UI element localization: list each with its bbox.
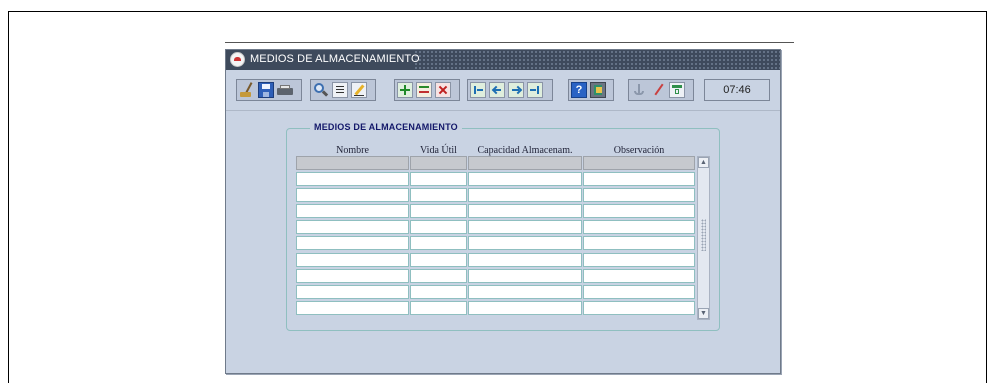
save-icon[interactable]	[258, 82, 274, 98]
vida-util-field[interactable]	[410, 220, 467, 235]
title-bar[interactable]: MEDIOS DE ALMACENAMIENTO	[226, 50, 780, 70]
anchor-icon[interactable]	[631, 82, 647, 98]
observacion-field[interactable]	[583, 172, 695, 186]
edit-icon[interactable]	[351, 82, 367, 98]
app-logo-icon[interactable]	[230, 52, 245, 67]
observacion-field[interactable]	[583, 268, 695, 283]
toolbar-group-help: ?	[568, 79, 614, 101]
nombre-field[interactable]	[296, 188, 409, 203]
previous-record-icon[interactable]	[489, 82, 505, 98]
observacion-field[interactable]	[583, 188, 695, 203]
column-header-observacion: Observación	[613, 145, 665, 156]
toolbar: ? 07:46	[226, 70, 780, 111]
insert-record-icon[interactable]	[397, 82, 413, 98]
grid-header-cell	[410, 156, 467, 170]
column-header-vida-util: Vida Útil	[420, 145, 457, 156]
nombre-field[interactable]	[296, 220, 409, 235]
capacidad-field[interactable]	[468, 300, 582, 315]
vertical-scrollbar[interactable]: ▲ ▼	[697, 156, 710, 320]
capacidad-field[interactable]	[468, 252, 582, 267]
search-icon[interactable]	[313, 82, 329, 98]
grid-header-cell	[583, 156, 695, 170]
top-rule	[225, 42, 794, 43]
observacion-field[interactable]	[583, 220, 695, 235]
scroll-down-icon[interactable]: ▼	[698, 308, 709, 319]
nombre-field[interactable]	[296, 252, 409, 267]
calendar-icon[interactable]	[669, 82, 685, 98]
window-title: MEDIOS DE ALMACENAMIENTO	[250, 53, 420, 65]
capacidad-field[interactable]	[468, 204, 582, 219]
scroll-grip[interactable]	[701, 219, 706, 251]
capacidad-field[interactable]	[468, 268, 582, 283]
toolbar-group-file	[236, 79, 302, 101]
vida-util-field[interactable]	[410, 172, 467, 186]
column-header-capacidad: Capacidad Almacenam.	[477, 145, 573, 156]
last-record-icon[interactable]	[527, 82, 543, 98]
vida-util-field[interactable]	[410, 236, 467, 251]
toolbar-group-navigation	[467, 79, 553, 101]
nombre-field[interactable]	[296, 236, 409, 251]
vida-util-field[interactable]	[410, 252, 467, 267]
print-icon[interactable]	[277, 82, 293, 98]
scroll-up-icon[interactable]: ▲	[698, 157, 709, 168]
capacidad-field[interactable]	[468, 188, 582, 203]
nombre-field[interactable]	[296, 172, 409, 186]
capacidad-field[interactable]	[468, 220, 582, 235]
help-icon[interactable]: ?	[571, 82, 587, 98]
vida-util-field[interactable]	[410, 268, 467, 283]
duplicate-record-icon[interactable]	[416, 82, 432, 98]
list-icon[interactable]	[332, 82, 348, 98]
observacion-field[interactable]	[583, 236, 695, 251]
observacion-field[interactable]	[583, 204, 695, 219]
toolbar-group-records	[394, 79, 460, 101]
grid-header-cell	[468, 156, 582, 170]
observacion-field[interactable]	[583, 300, 695, 315]
nombre-field[interactable]	[296, 284, 409, 299]
check-icon[interactable]	[650, 82, 666, 98]
vida-util-field[interactable]	[410, 284, 467, 299]
vida-util-field[interactable]	[410, 204, 467, 219]
nombre-field[interactable]	[296, 204, 409, 219]
next-record-icon[interactable]	[508, 82, 524, 98]
toolbar-group-tools	[628, 79, 694, 101]
grid-header-cell	[296, 156, 409, 170]
capacidad-field[interactable]	[468, 172, 582, 186]
observacion-field[interactable]	[583, 284, 695, 299]
capacidad-field[interactable]	[468, 236, 582, 251]
nombre-field[interactable]	[296, 300, 409, 315]
exit-icon[interactable]	[590, 82, 606, 98]
vida-util-field[interactable]	[410, 188, 467, 203]
clock: 07:46	[704, 79, 770, 101]
broom-icon[interactable]	[239, 82, 255, 98]
toolbar-group-query	[310, 79, 376, 101]
form-window: MEDIOS DE ALMACENAMIENTO ? 07:46 MEDIOS …	[225, 49, 781, 374]
observacion-field[interactable]	[583, 252, 695, 267]
first-record-icon[interactable]	[470, 82, 486, 98]
delete-record-icon[interactable]	[435, 82, 451, 98]
capacidad-field[interactable]	[468, 284, 582, 299]
nombre-field[interactable]	[296, 268, 409, 283]
form-legend: MEDIOS DE ALMACENAMIENTO	[310, 122, 462, 132]
vida-util-field[interactable]	[410, 300, 467, 315]
column-header-nombre: Nombre	[336, 145, 369, 156]
